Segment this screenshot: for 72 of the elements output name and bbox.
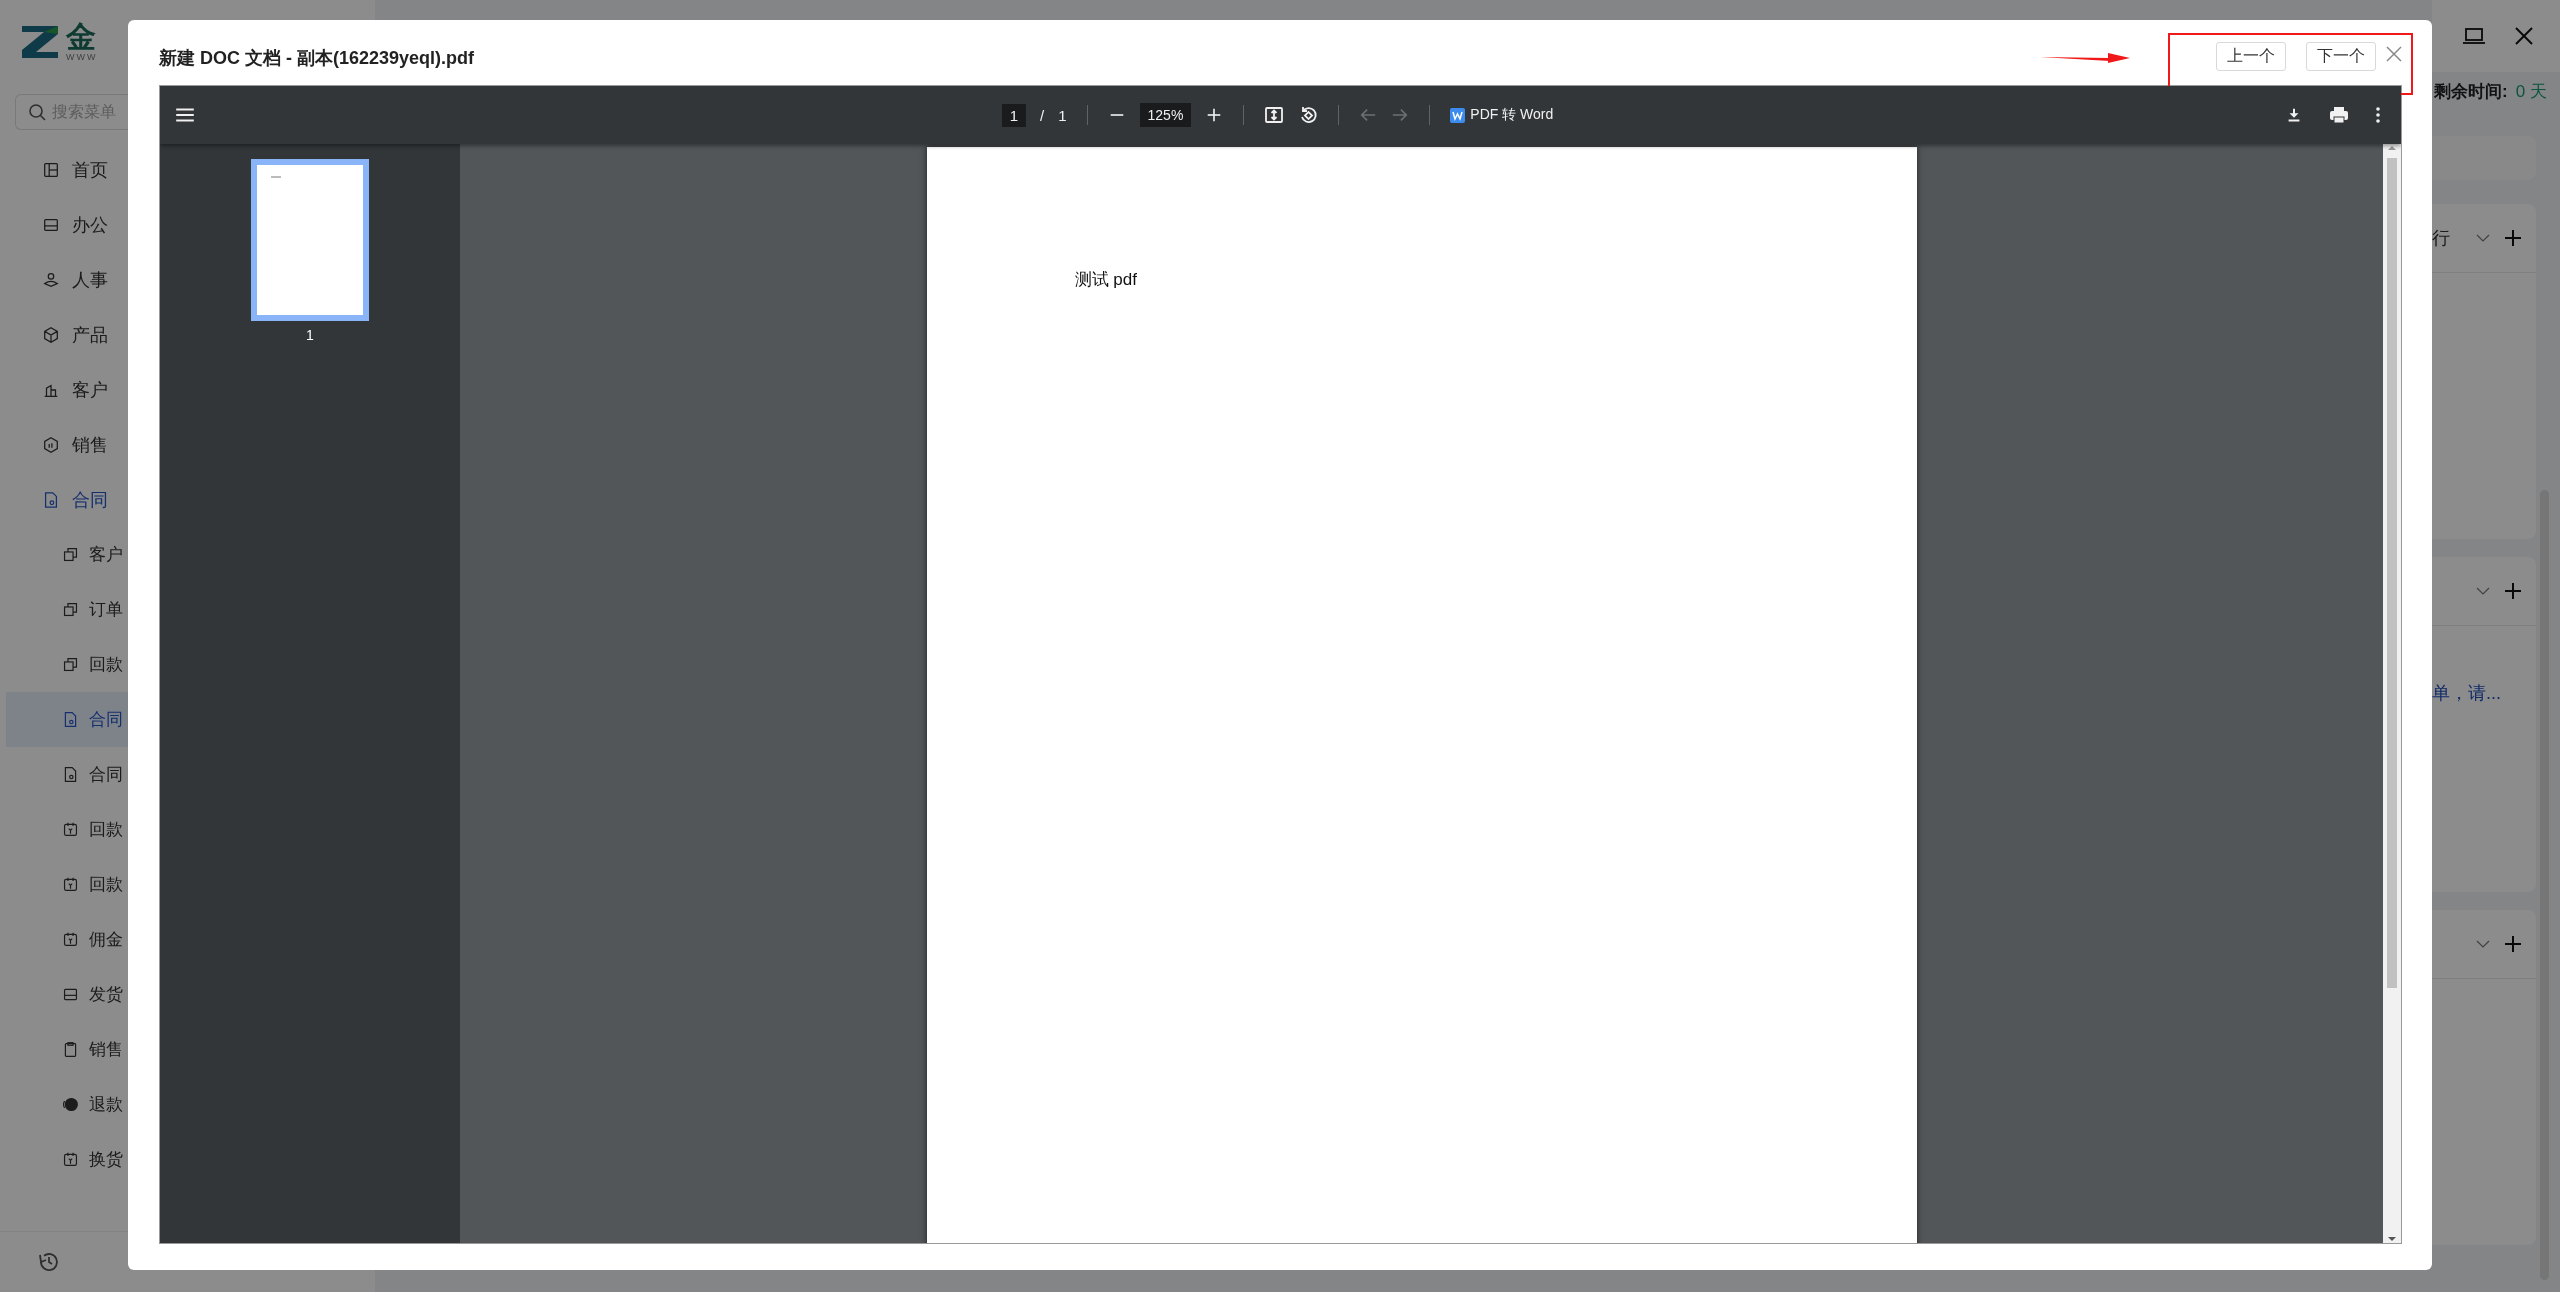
coin-icon [62,1096,79,1113]
menu-item[interactable]: 销售 [6,417,128,472]
submenu-item[interactable]: 退款 [6,1077,128,1132]
calendar-icon [62,876,79,893]
menu-item[interactable]: 合同 [6,472,128,527]
submenu-item[interactable]: 回款 [6,637,128,692]
menu-item[interactable]: 人事 [6,252,128,307]
copy-icon [62,546,79,563]
menu-item[interactable]: 客户 [6,362,128,417]
page-count: 1 [1058,106,1067,124]
fit-page-icon[interactable] [1264,105,1285,125]
document-icon [42,490,60,509]
submenu-item[interactable]: 客户 [6,527,128,582]
close-icon[interactable] [2386,46,2402,62]
scroll-down-icon[interactable] [2387,1235,2397,1243]
clipboard-icon [62,1041,79,1058]
page-text: 测试 pdf [1074,270,1137,289]
rotate-icon[interactable] [1298,105,1319,125]
modal-title: 新建 DOC 文档 - 副本(162239yeql).pdf [159,46,475,70]
print-icon[interactable] [2329,105,2349,125]
calendar-icon [62,931,79,948]
submenu-item[interactable]: 发货 [6,967,128,1022]
page-separator: / [1040,106,1045,124]
history-icon[interactable] [38,1251,60,1273]
menu-item[interactable]: 办公 [6,197,128,252]
document-icon [62,766,79,783]
cube-icon [42,325,60,344]
nav-button[interactable]: 下一个 [2306,42,2376,71]
plus-icon[interactable] [2504,229,2522,247]
remaining-time-value: 0 天 [2515,81,2547,103]
nav-button[interactable]: 上一个 [2216,42,2286,71]
plus-icon[interactable] [2504,935,2522,953]
inbox-icon [62,986,79,1003]
close-icon[interactable] [2514,26,2534,46]
logo-subtext: WWW [66,52,98,62]
more-icon[interactable] [2375,106,2381,124]
search-icon [28,103,46,121]
submenu-item[interactable]: 佣金 [6,912,128,967]
chevron-down-icon[interactable] [2476,939,2490,949]
logo-text: 金 [66,22,97,52]
submenu-item[interactable]: 合同 [6,692,128,747]
page-thumbnail[interactable] [251,159,369,321]
chevron-down-icon[interactable] [2476,586,2490,596]
remaining-time-label: 剩余时间: [2434,81,2508,103]
laptop-icon[interactable] [2462,26,2486,46]
menu-item[interactable]: 产品 [6,307,128,362]
menu-item[interactable]: 首页 [6,142,128,197]
submenu-item[interactable]: 回款 [6,857,128,912]
scrollbar[interactable] [2383,144,2401,1243]
submenu-item[interactable]: 合同 [6,747,128,802]
document-icon [62,711,79,728]
card-title: 行 [2432,227,2450,250]
layout-icon [42,160,60,179]
hexagon-icon [42,435,60,454]
logo-icon [20,24,60,60]
submenu-item[interactable]: 回款 [6,802,128,857]
word-icon [1450,107,1466,123]
submenu-item[interactable]: 换货 [6,1132,128,1187]
zoom-field[interactable]: 125% [1139,103,1192,127]
submenu-item[interactable]: 订单 [6,582,128,637]
calendar-icon [62,821,79,838]
calendar-icon [62,1151,79,1168]
card-link[interactable]: 单，请... [2432,683,2501,703]
plus-icon[interactable] [2504,582,2522,600]
copy-icon [62,601,79,618]
thumbnail-number: 1 [306,327,314,343]
convert-to-word-button[interactable]: PDF 转 Word [1450,106,1554,124]
person-icon [42,270,60,289]
submenu-item[interactable]: 销售 [6,1022,128,1077]
copy-icon [62,656,79,673]
page-number-field[interactable]: 1 [1001,103,1026,127]
chevron-down-icon[interactable] [2476,233,2490,243]
